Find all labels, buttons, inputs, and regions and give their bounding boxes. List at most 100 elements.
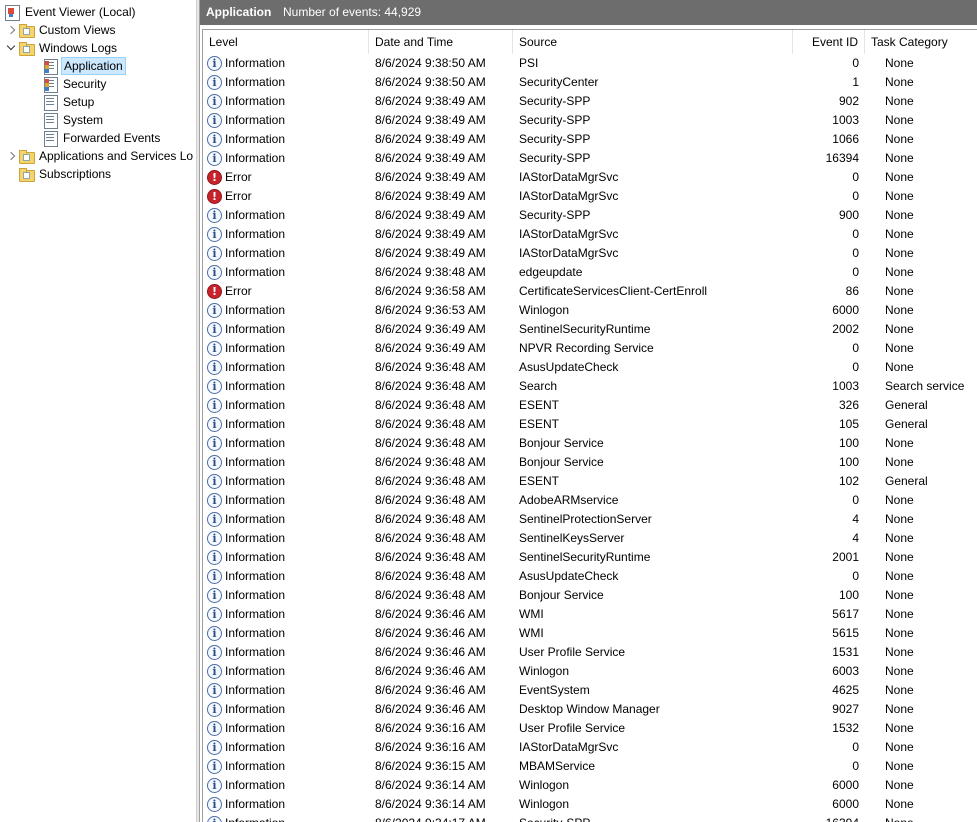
event-date-time: 8/6/2024 9:36:48 AM bbox=[375, 379, 486, 393]
event-task-category: None bbox=[885, 778, 914, 792]
tree-item-subscriptions[interactable]: Subscriptions bbox=[18, 165, 113, 183]
information-icon: i bbox=[207, 341, 222, 356]
level-cell: iInformation bbox=[207, 529, 367, 548]
chevron-right-icon[interactable] bbox=[6, 21, 18, 39]
event-row[interactable]: i Information 8/6/2024 9:36:48 AM ESENT 105 G… bbox=[203, 415, 977, 434]
event-row[interactable]: i Information 8/6/2024 9:38:49 AM Security-… bbox=[203, 111, 977, 130]
event-task-category: None bbox=[885, 94, 914, 108]
event-row[interactable]: i Information 8/6/2024 9:36:48 AM Bonjour S… bbox=[203, 453, 977, 472]
tree-item-application[interactable]: Application bbox=[42, 57, 126, 75]
event-row[interactable]: i Information 8/6/2024 9:36:15 AM MBAMServi… bbox=[203, 757, 977, 776]
event-id: 16394 bbox=[793, 814, 859, 822]
event-level: Information bbox=[225, 569, 286, 583]
information-icon: i bbox=[207, 531, 222, 546]
error-icon: ! bbox=[207, 189, 222, 204]
level-cell: iInformation bbox=[207, 814, 367, 822]
tree-item-security[interactable]: Security bbox=[42, 75, 108, 93]
tree-item-event-viewer-local[interactable]: Event Viewer (Local) bbox=[4, 3, 138, 21]
event-row[interactable]: i Information 8/6/2024 9:36:46 AM Desktop W… bbox=[203, 700, 977, 719]
event-row[interactable]: i Information 8/6/2024 9:36:48 AM ESENT 326 G… bbox=[203, 396, 977, 415]
event-row[interactable]: i Information 8/6/2024 9:38:50 AM SecurityC… bbox=[203, 73, 977, 92]
event-row[interactable]: i Information 8/6/2024 9:36:48 AM AsusUpdat… bbox=[203, 567, 977, 586]
event-row[interactable]: i Information 8/6/2024 9:36:49 AM SentinelS… bbox=[203, 320, 977, 339]
level-cell: iInformation bbox=[207, 263, 367, 282]
event-row[interactable]: i Information 8/6/2024 9:36:14 AM Winlogon 6… bbox=[203, 795, 977, 814]
tree-item-setup[interactable]: Setup bbox=[42, 93, 96, 111]
tree-item-system[interactable]: System bbox=[42, 111, 105, 129]
event-row[interactable]: i Information 8/6/2024 9:36:48 AM AdobeARMs… bbox=[203, 491, 977, 510]
event-row[interactable]: i Information 8/6/2024 9:38:49 AM IAStorDat… bbox=[203, 225, 977, 244]
column-header-task-category[interactable]: Task Category bbox=[865, 30, 977, 54]
level-cell: iInformation bbox=[207, 491, 367, 510]
event-row[interactable]: i Information 8/6/2024 9:36:16 AM IAStorDat… bbox=[203, 738, 977, 757]
level-cell: iInformation bbox=[207, 795, 367, 814]
event-row[interactable]: i Information 8/6/2024 9:36:48 AM ESENT 102 G… bbox=[203, 472, 977, 491]
event-task-category: None bbox=[885, 721, 914, 735]
event-row[interactable]: i Information 8/6/2024 9:36:46 AM EventSyst… bbox=[203, 681, 977, 700]
event-row[interactable]: i Information 8/6/2024 9:38:49 AM Security-… bbox=[203, 206, 977, 225]
event-row[interactable]: i Information 8/6/2024 9:36:14 AM Winlogon 6… bbox=[203, 776, 977, 795]
column-header-event-id[interactable]: Event ID bbox=[793, 30, 865, 54]
tree-item-label: Windows Logs bbox=[39, 41, 118, 55]
event-row[interactable]: ! Error 8/6/2024 9:38:49 AM IAStorDataMgrSv… bbox=[203, 168, 977, 187]
column-header-level[interactable]: Level bbox=[203, 30, 369, 54]
event-row[interactable]: i Information 8/6/2024 9:36:46 AM WMI 5617 No… bbox=[203, 605, 977, 624]
event-row[interactable]: i Information 8/6/2024 9:38:48 AM edgeupdat… bbox=[203, 263, 977, 282]
event-row[interactable]: i Information 8/6/2024 9:38:49 AM Security-… bbox=[203, 92, 977, 111]
pane-splitter[interactable] bbox=[196, 0, 200, 822]
event-row[interactable]: i Information 8/6/2024 9:38:50 AM PSI 0 None bbox=[203, 54, 977, 73]
event-source: Search bbox=[519, 379, 558, 393]
log-icon bbox=[42, 130, 58, 147]
event-id: 6003 bbox=[832, 664, 859, 678]
event-row[interactable]: i Information 8/6/2024 9:36:48 AM Bonjour S… bbox=[203, 586, 977, 605]
event-row[interactable]: i Information 8/6/2024 9:36:46 AM Winlogon 6… bbox=[203, 662, 977, 681]
event-row[interactable]: ! Error 8/6/2024 9:36:58 AM CertificateServ… bbox=[203, 282, 977, 301]
event-level: Information bbox=[225, 702, 286, 716]
event-level: Information bbox=[225, 721, 286, 735]
tree-item-forwarded-events[interactable]: Forwarded Events bbox=[42, 129, 162, 147]
event-row[interactable]: i Information 8/6/2024 9:38:49 AM IAStorDat… bbox=[203, 244, 977, 263]
event-task-category: None bbox=[885, 607, 914, 621]
event-row[interactable]: i Information 8/6/2024 9:38:49 AM Security-… bbox=[203, 149, 977, 168]
level-cell: iInformation bbox=[207, 662, 367, 681]
chevron-down-icon[interactable] bbox=[6, 39, 18, 57]
level-cell: iInformation bbox=[207, 472, 367, 491]
event-row[interactable]: i Information 8/6/2024 9:38:49 AM Security-… bbox=[203, 130, 977, 149]
event-row[interactable]: i Information 8/6/2024 9:36:46 AM User Prof… bbox=[203, 643, 977, 662]
event-task-category: None bbox=[885, 436, 914, 450]
column-header-source[interactable]: Source bbox=[513, 30, 793, 54]
event-row[interactable]: i Information 8/6/2024 9:36:48 AM Bonjour S… bbox=[203, 434, 977, 453]
event-source: Bonjour Service bbox=[519, 436, 604, 450]
information-icon: i bbox=[207, 132, 222, 147]
event-row[interactable]: i Information 8/6/2024 9:36:48 AM AsusUpdat… bbox=[203, 358, 977, 377]
events-list[interactable]: Level Date and Time Source Event ID Task… bbox=[202, 29, 977, 822]
event-row[interactable]: i Information 8/6/2024 9:36:46 AM WMI 5615 No… bbox=[203, 624, 977, 643]
event-task-category: None bbox=[885, 75, 914, 89]
information-icon: i bbox=[207, 303, 222, 318]
tree-item-custom-views[interactable]: Custom Views bbox=[6, 21, 117, 39]
tree-item-applications-and-services[interactable]: Applications and Services Lo bbox=[6, 147, 195, 165]
event-source: Security-SPP bbox=[519, 132, 591, 146]
chevron-right-icon[interactable] bbox=[6, 147, 18, 165]
event-row[interactable]: i Information 8/6/2024 9:36:48 AM Search 100… bbox=[203, 377, 977, 396]
tree-item-label: Application bbox=[61, 57, 126, 75]
event-source: SentinelSecurityRuntime bbox=[519, 322, 651, 336]
column-header-date-time[interactable]: Date and Time bbox=[369, 30, 513, 54]
event-row[interactable]: ! Error 8/6/2024 9:38:49 AM IAStorDataMgrSv… bbox=[203, 187, 977, 206]
event-row[interactable]: i Information 8/6/2024 9:36:48 AM SentinelP… bbox=[203, 510, 977, 529]
information-icon: i bbox=[207, 246, 222, 261]
event-level: Information bbox=[225, 379, 286, 393]
information-icon: i bbox=[207, 683, 222, 698]
event-row[interactable]: i Information 8/6/2024 9:36:53 AM Winlogon 6… bbox=[203, 301, 977, 320]
event-row[interactable]: i Information 8/6/2024 9:36:48 AM SentinelK… bbox=[203, 529, 977, 548]
event-level: Information bbox=[225, 550, 286, 564]
event-row[interactable]: i Information 8/6/2024 9:36:16 AM User Prof… bbox=[203, 719, 977, 738]
tree-item-windows-logs[interactable]: Windows Logs bbox=[6, 39, 119, 57]
event-row[interactable]: i Information 8/6/2024 9:36:48 AM SentinelS… bbox=[203, 548, 977, 567]
event-id: 0 bbox=[852, 189, 859, 203]
event-level: Information bbox=[225, 132, 286, 146]
event-level: Information bbox=[225, 626, 286, 640]
event-row[interactable]: i Information 8/6/2024 9:36:49 AM NPVR Reco… bbox=[203, 339, 977, 358]
event-row[interactable]: iInformation 8/6/2024 9:34:17 AM Security-… bbox=[203, 814, 977, 822]
event-source: IAStorDataMgrSvc bbox=[519, 740, 619, 754]
